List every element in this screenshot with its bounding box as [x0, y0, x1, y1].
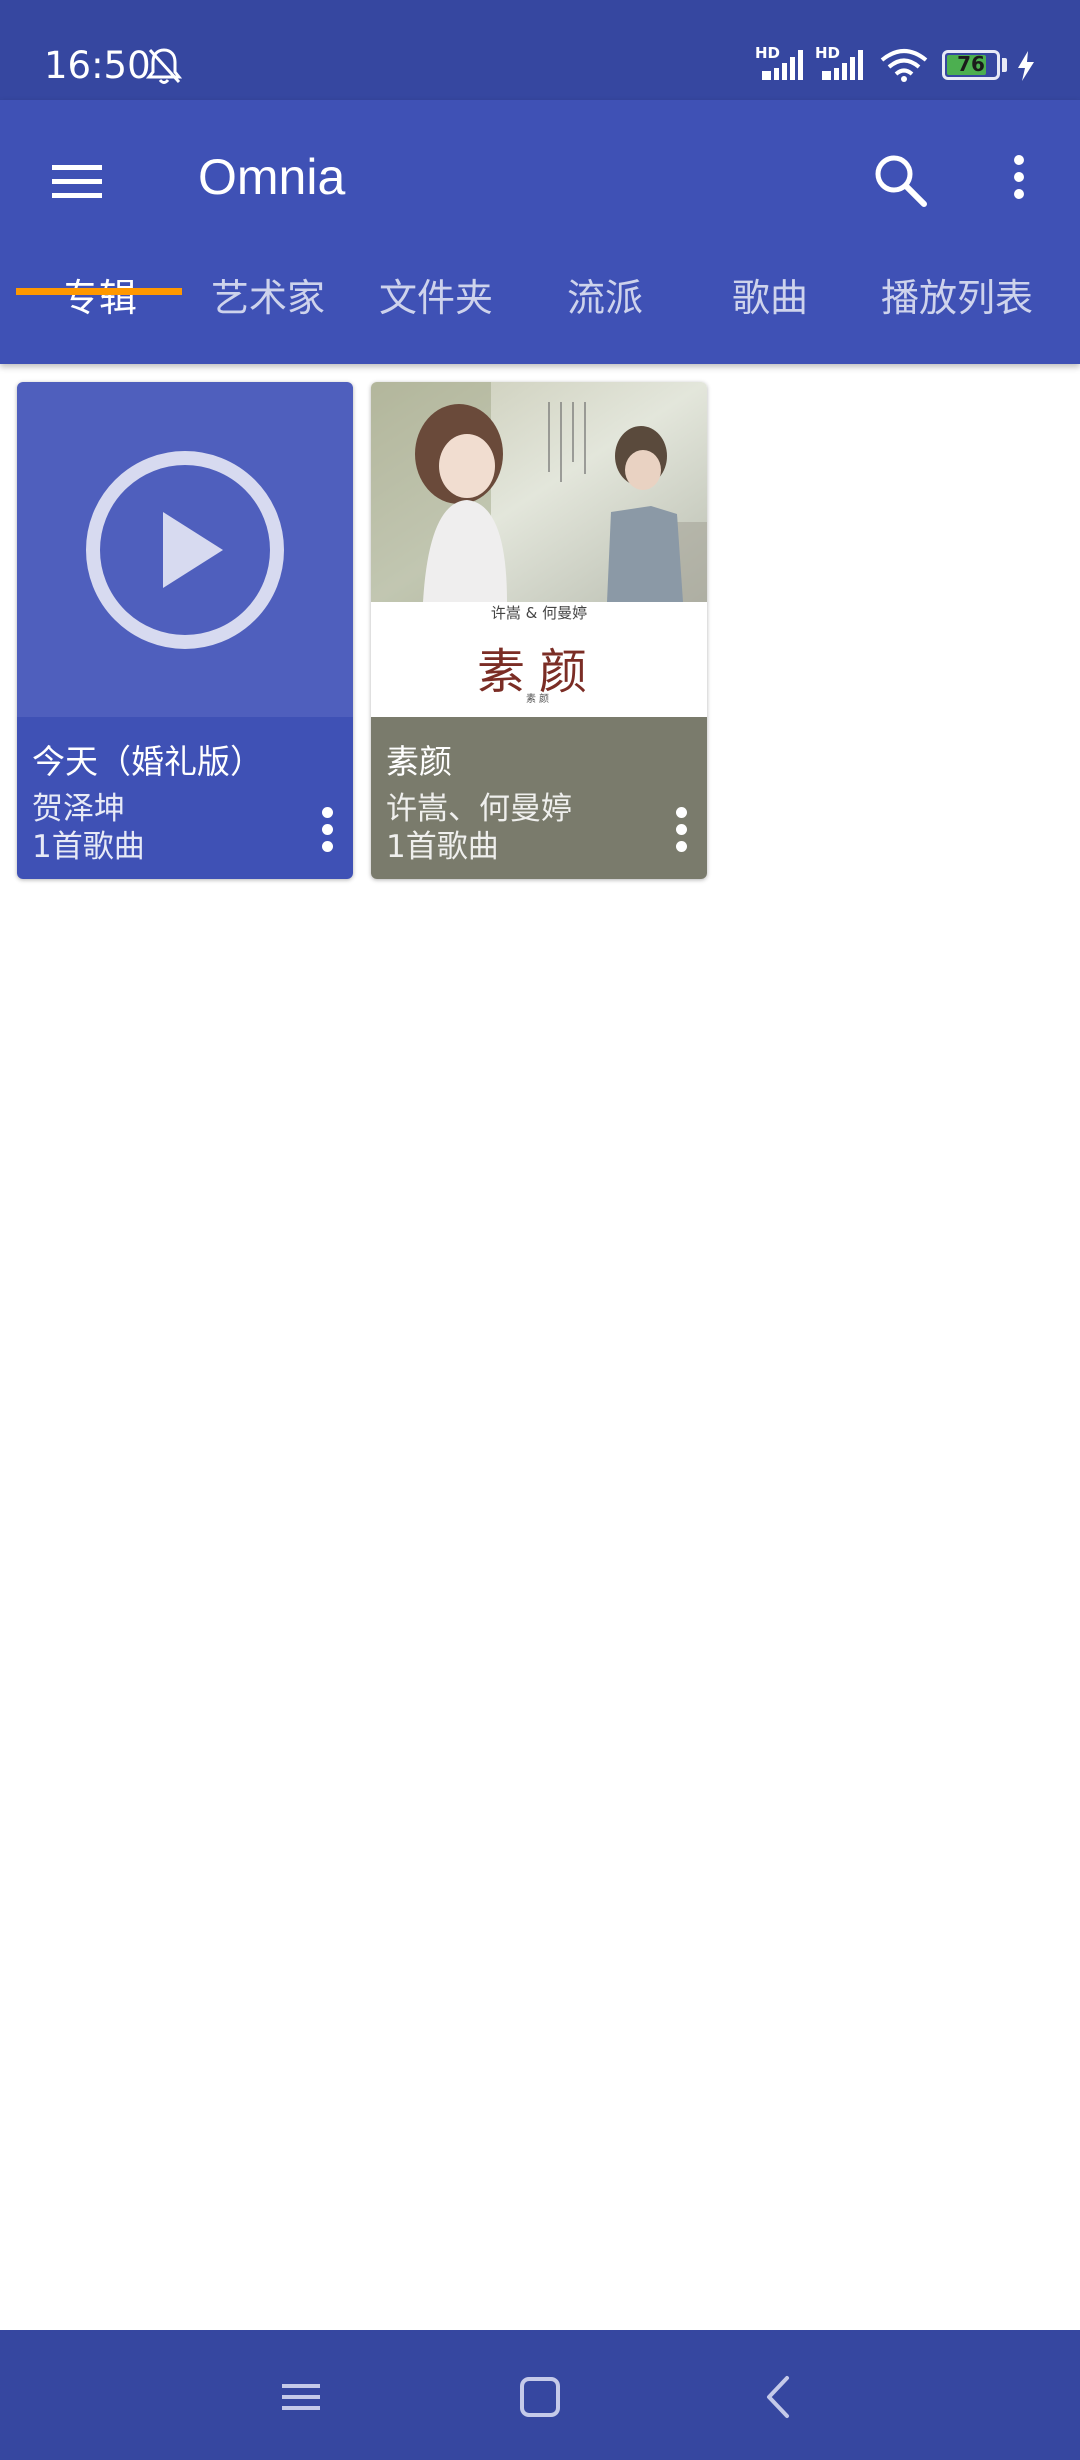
tab-playlists[interactable]: 播放列表 [862, 268, 1052, 364]
more-options-button[interactable] [996, 146, 1042, 216]
cover-subtitle: 素颜 [526, 694, 552, 705]
home-button[interactable] [505, 2362, 575, 2432]
tab-songs[interactable]: 歌曲 [690, 268, 850, 364]
album-more-button[interactable] [313, 803, 343, 857]
battery-nub [1002, 58, 1007, 72]
play-icon [86, 451, 284, 649]
battery-level: 76 [957, 52, 985, 76]
home-icon [520, 2377, 560, 2417]
back-icon [767, 2376, 789, 2418]
album-card[interactable]: 今天（婚礼版） 贺泽坤 1首歌曲 [17, 382, 353, 879]
tab-indicator [16, 288, 182, 295]
recents-icon [282, 2384, 320, 2410]
album-art [17, 382, 353, 717]
menu-icon [52, 165, 102, 198]
album-info: 今天（婚礼版） 贺泽坤 1首歌曲 [17, 717, 353, 879]
cover-artists: 许嵩 & 何曼婷 [490, 604, 588, 622]
album-info: 素颜 许嵩、何曼婷 1首歌曲 [371, 717, 707, 879]
signal-icon-1: HD [755, 44, 810, 86]
recents-button[interactable] [266, 2362, 336, 2432]
battery-icon: 76 [942, 50, 1000, 80]
tab-albums[interactable]: 专辑 [16, 268, 182, 364]
system-nav-bar [0, 2330, 1080, 2460]
charging-icon [1016, 50, 1036, 86]
tab-bar: 专辑 艺术家 文件夹 流派 歌曲 播放列表 [0, 268, 1080, 364]
signal-icon-2: HD [815, 44, 870, 86]
app-title: Omnia [198, 149, 346, 205]
album-song-count: 1首歌曲 [32, 829, 145, 865]
menu-button[interactable] [40, 146, 116, 216]
app-bar: Omnia 专辑 艺术家 文件夹 流派 歌曲 播放列表 [0, 100, 1080, 364]
tab-folders[interactable]: 文件夹 [364, 268, 508, 364]
album-card[interactable]: 许嵩 & 何曼婷 素颜 素颜 素颜 许嵩、何曼婷 1首歌曲 [371, 382, 707, 879]
album-more-button[interactable] [667, 803, 697, 857]
hd-label-1: HD [755, 44, 781, 62]
search-icon [875, 155, 927, 207]
more-vert-icon [1014, 155, 1024, 199]
wifi-icon [880, 48, 928, 86]
search-button[interactable] [866, 146, 936, 216]
bell-off-icon [145, 46, 183, 90]
status-bar: 16:50 HD HD 76 [0, 0, 1080, 100]
album-title: 素颜 [386, 742, 452, 781]
tab-genres[interactable]: 流派 [520, 268, 690, 364]
album-cover: 许嵩 & 何曼婷 素颜 素颜 [371, 382, 707, 717]
status-time: 16:50 [44, 44, 151, 87]
back-button[interactable] [743, 2362, 813, 2432]
album-song-count: 1首歌曲 [386, 829, 499, 865]
album-title: 今天（婚礼版） [32, 742, 263, 781]
tab-artists[interactable]: 艺术家 [196, 268, 340, 364]
album-cover-photo [371, 382, 707, 602]
hd-label-2: HD [815, 44, 841, 62]
